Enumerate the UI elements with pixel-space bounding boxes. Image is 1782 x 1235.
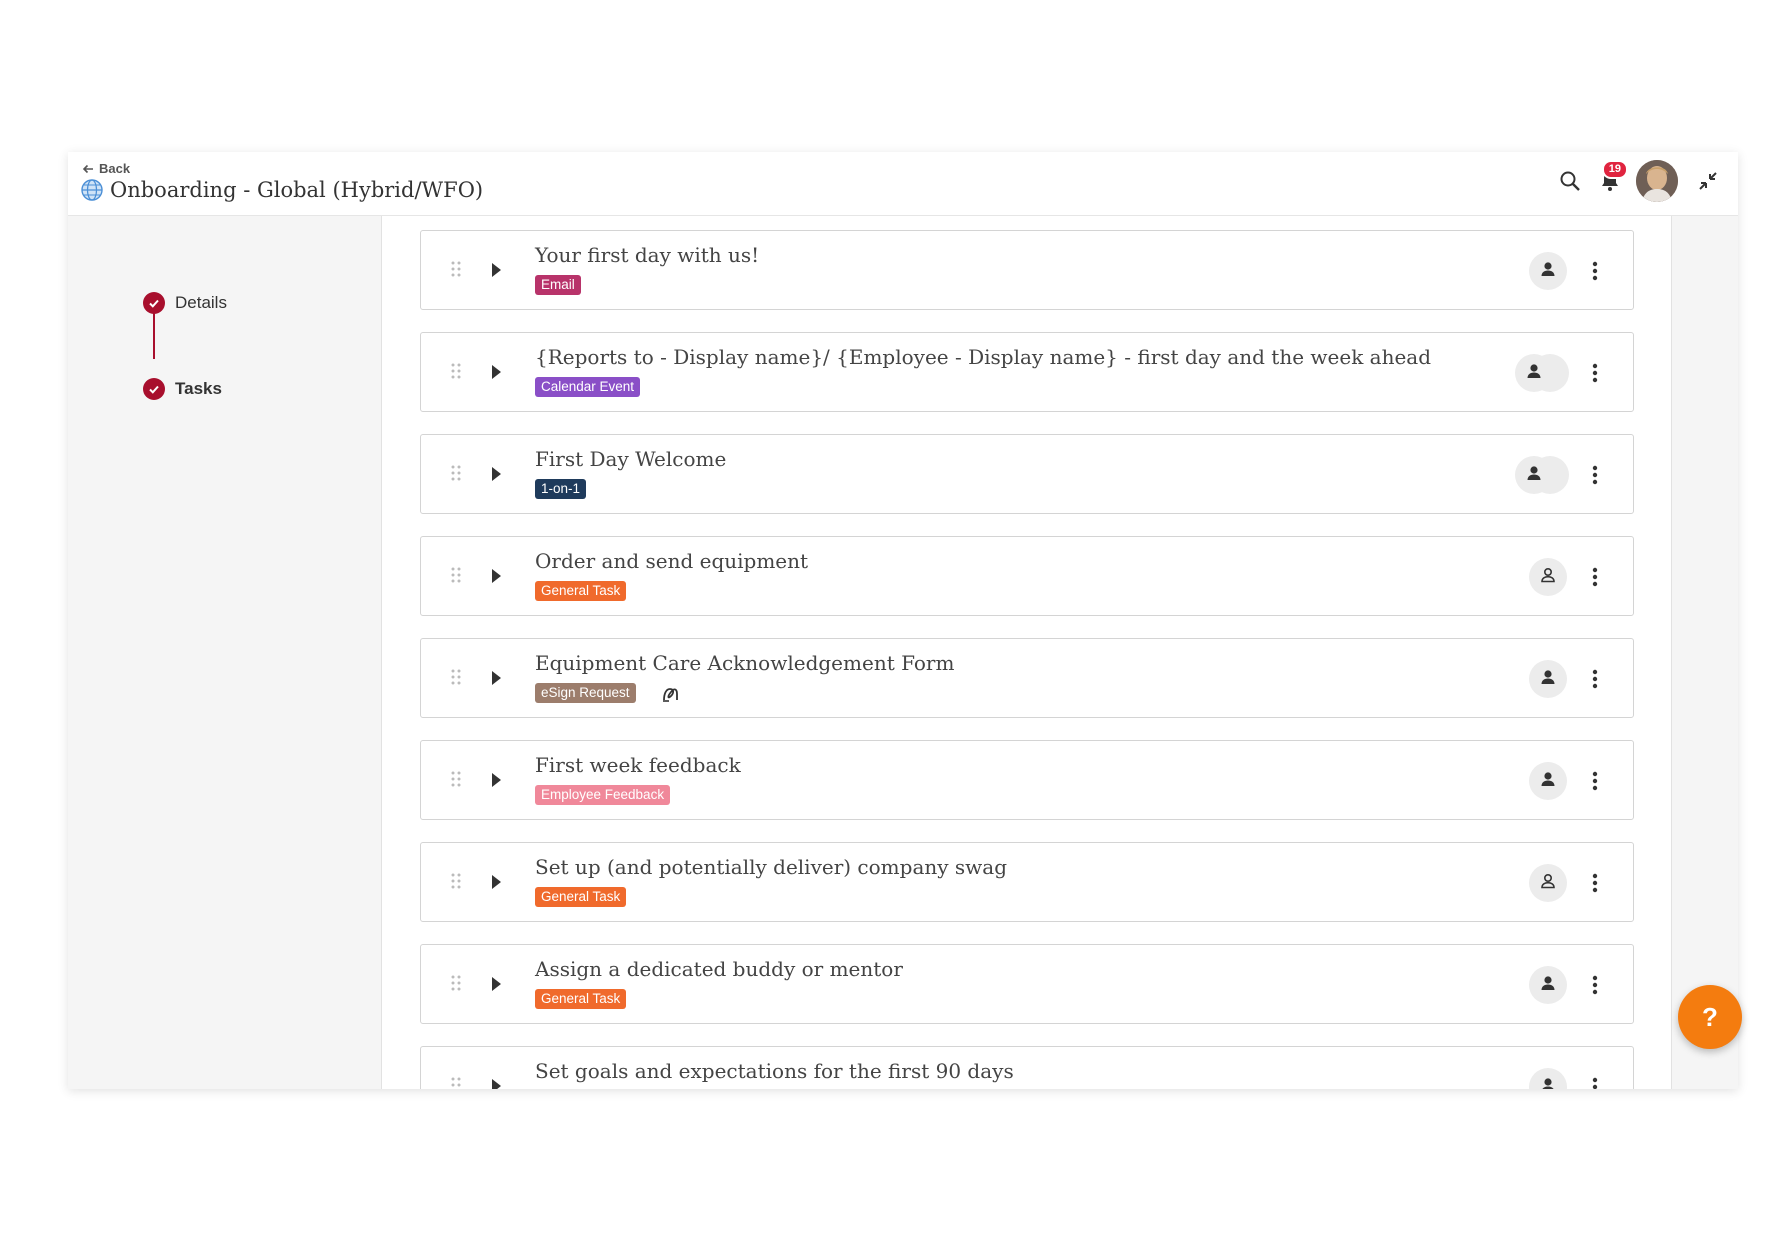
drag-handle-icon[interactable] (451, 873, 461, 894)
more-options-icon[interactable] (1579, 561, 1611, 593)
task-title: Your first day with us! (535, 243, 760, 267)
task-type-tag: eSign Request (535, 683, 636, 703)
assignee-button[interactable] (1515, 354, 1553, 392)
task-row[interactable]: Your first day with us! Email (420, 230, 1634, 310)
drag-handle-icon[interactable] (451, 567, 461, 588)
expand-caret-icon[interactable] (489, 1075, 503, 1089)
expand-caret-icon[interactable] (489, 973, 503, 1000)
drag-handle-icon[interactable] (451, 363, 461, 384)
person-icon (1524, 361, 1544, 386)
right-panel (1671, 216, 1738, 1089)
app-window: Back Onboarding - Global (Hybrid/WFO) 19 (68, 152, 1738, 1089)
header-actions: 19 (1550, 160, 1728, 202)
page-title: Onboarding - Global (Hybrid/WFO) (110, 178, 484, 202)
task-type-tag: General Task (535, 581, 627, 601)
task-type-tag: General Task (535, 989, 627, 1009)
more-options-icon[interactable] (1579, 663, 1611, 695)
drag-handle-icon[interactable] (451, 465, 461, 486)
task-type-tag: General Task (535, 887, 627, 907)
back-link[interactable]: Back (82, 161, 130, 176)
drag-handle-icon[interactable] (451, 261, 461, 282)
person-icon (1538, 973, 1558, 998)
task-type-tag: 1-on-1 (535, 479, 587, 499)
notification-badge: 19 (1601, 160, 1628, 179)
collapse-button[interactable] (1688, 160, 1728, 202)
more-options-icon[interactable] (1579, 1071, 1611, 1089)
expand-caret-icon[interactable] (489, 463, 503, 490)
assignee-button[interactable] (1529, 660, 1567, 698)
task-type-tag: Email (535, 275, 581, 295)
drag-handle-icon[interactable] (451, 1077, 461, 1089)
task-type-tag: Employee Feedback (535, 785, 671, 805)
task-row[interactable]: First Day Welcome 1-on-1 (420, 434, 1634, 514)
task-title: Set up (and potentially deliver) company… (535, 855, 1008, 879)
assignee-button[interactable] (1529, 864, 1567, 902)
assignee-button[interactable] (1529, 762, 1567, 800)
task-row[interactable]: Assign a dedicated buddy or mentor Genera… (420, 944, 1634, 1024)
task-title: {Reports to - Display name}/ {Employee -… (535, 345, 1432, 369)
task-title: Assign a dedicated buddy or mentor (535, 957, 903, 981)
drag-handle-icon[interactable] (451, 669, 461, 690)
task-type-tag: Calendar Event (535, 377, 641, 397)
task-title: Set goals and expectations for the first… (535, 1059, 1014, 1083)
task-row[interactable]: {Reports to - Display name}/ {Employee -… (420, 332, 1634, 412)
title-row: Onboarding - Global (Hybrid/WFO) (80, 178, 483, 202)
page-header: Back Onboarding - Global (Hybrid/WFO) 19 (68, 152, 1738, 216)
more-options-icon[interactable] (1579, 255, 1611, 287)
person-icon (1538, 769, 1558, 794)
expand-caret-icon[interactable] (489, 667, 503, 694)
step-tasks[interactable]: Tasks (143, 378, 222, 400)
task-row[interactable]: Order and send equipment General Task (420, 536, 1634, 616)
person-icon (1538, 871, 1558, 896)
task-row[interactable]: Equipment Care Acknowledgement Form eSign… (420, 638, 1634, 718)
more-options-icon[interactable] (1579, 459, 1611, 491)
task-row[interactable]: Set up (and potentially deliver) company… (420, 842, 1634, 922)
drag-handle-icon[interactable] (451, 771, 461, 792)
person-icon (1538, 565, 1558, 590)
more-options-icon[interactable] (1579, 765, 1611, 797)
avatar-image (1636, 160, 1678, 202)
user-avatar[interactable] (1636, 160, 1678, 202)
step-label: Details (175, 293, 227, 312)
expand-caret-icon[interactable] (489, 259, 503, 286)
step-details[interactable]: Details (143, 292, 227, 314)
task-title: Order and send equipment (535, 549, 809, 573)
expand-caret-icon[interactable] (489, 769, 503, 796)
more-options-icon[interactable] (1579, 357, 1611, 389)
task-title: First week feedback (535, 753, 741, 777)
steps-sidebar: Details Tasks (68, 216, 382, 1089)
check-circle-icon (143, 378, 165, 400)
signature-icon (661, 683, 681, 708)
task-list: Your first day with us! Email {Reports to … (382, 216, 1672, 1089)
assignee-button[interactable] (1529, 252, 1567, 290)
search-button[interactable] (1550, 160, 1590, 202)
collapse-icon (1699, 172, 1717, 190)
drag-handle-icon[interactable] (451, 975, 461, 996)
task-row[interactable]: First week feedback Employee Feedback (420, 740, 1634, 820)
person-icon (1524, 463, 1544, 488)
task-title: Equipment Care Acknowledgement Form (535, 651, 955, 675)
task-row[interactable]: Set goals and expectations for the first… (420, 1046, 1634, 1089)
person-icon (1538, 259, 1558, 284)
globe-icon (81, 179, 103, 201)
arrow-left-icon (82, 164, 93, 173)
search-icon (1560, 171, 1580, 191)
expand-caret-icon[interactable] (489, 361, 503, 388)
back-label: Back (99, 161, 131, 176)
more-options-icon[interactable] (1579, 969, 1611, 1001)
assignee-button[interactable] (1529, 558, 1567, 596)
assignee-button[interactable] (1515, 456, 1553, 494)
step-connector (153, 311, 155, 359)
expand-caret-icon[interactable] (489, 871, 503, 898)
help-button[interactable]: ? (1678, 985, 1742, 1049)
assignee-button[interactable] (1529, 1068, 1567, 1089)
step-label: Tasks (175, 379, 222, 398)
task-title: First Day Welcome (535, 447, 727, 471)
person-icon (1538, 1075, 1558, 1089)
assignee-button[interactable] (1529, 966, 1567, 1004)
more-options-icon[interactable] (1579, 867, 1611, 899)
person-icon (1538, 667, 1558, 692)
notifications-button[interactable]: 19 (1590, 160, 1630, 202)
expand-caret-icon[interactable] (489, 565, 503, 592)
